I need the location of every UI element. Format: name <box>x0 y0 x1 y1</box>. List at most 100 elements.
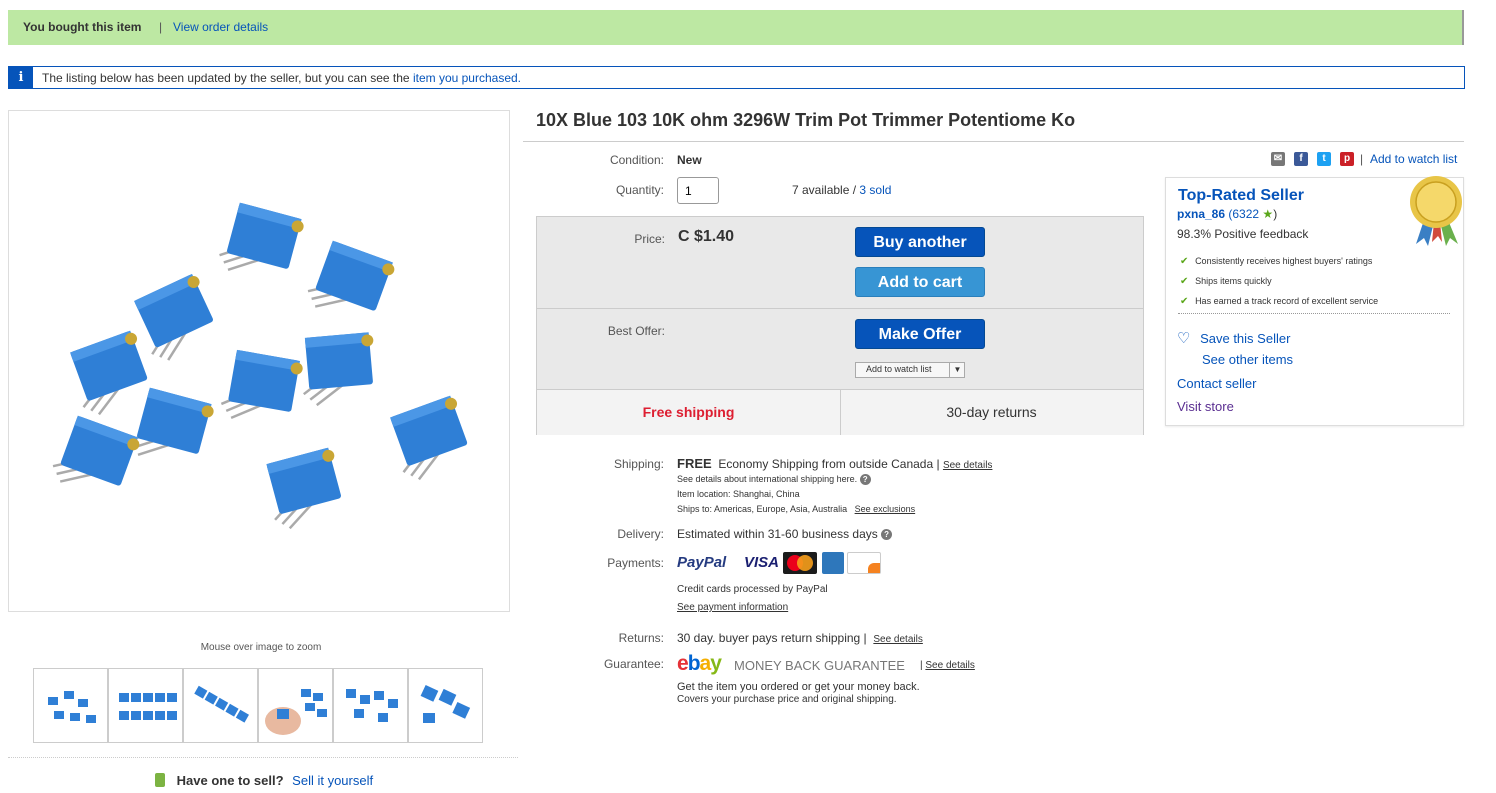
price-box: Price: C $1.40 Buy another Add to cart B… <box>536 216 1144 435</box>
have-one-to-sell-text: Have one to sell? <box>176 773 284 788</box>
ships-to: Ships to: Americas, Europe, Asia, Austra… <box>677 504 916 514</box>
star-icon: ★ <box>1262 207 1274 221</box>
guarantee-line-1: Get the item you ordered or get your mon… <box>677 681 920 693</box>
view-order-details-link[interactable]: View order details <box>173 20 268 34</box>
feature-item: ✔ Has earned a track record of excellent… <box>1180 296 1379 307</box>
item-you-purchased-link[interactable]: item you purchased. <box>413 71 521 85</box>
payments-label: Payments: <box>607 556 664 570</box>
sold-count-link[interactable]: 3 sold <box>859 183 891 197</box>
divider <box>8 757 518 758</box>
see-payment-information-link[interactable]: See payment information <box>677 602 788 613</box>
availability: 7 available / 3 sold <box>792 183 892 197</box>
see-exclusions-link[interactable]: See exclusions <box>855 504 916 514</box>
delivery-label: Delivery: <box>617 527 664 541</box>
chevron-down-icon[interactable]: ▼ <box>949 363 965 377</box>
thumbnail-6[interactable] <box>408 668 483 743</box>
positive-feedback: 98.3% Positive feedback <box>1177 227 1309 241</box>
thumbnail-1[interactable] <box>33 668 108 743</box>
save-seller-row[interactable]: ♡ Save this Seller <box>1177 329 1290 347</box>
shipping-summary: FREE Economy Shipping from outside Canad… <box>677 456 993 471</box>
seller-divider <box>1178 313 1450 314</box>
title-divider <box>523 141 1464 142</box>
condition-value: New <box>677 153 702 167</box>
trimpot-image <box>47 199 479 533</box>
returns-text: 30-day returns <box>946 404 1037 420</box>
paypal-logo: PayPal <box>677 554 727 571</box>
sell-it-yourself-link[interactable]: Sell it yourself <box>292 773 373 788</box>
thumbnail-image <box>48 691 96 723</box>
add-to-watch-list-link[interactable]: Add to watch list <box>1370 152 1457 166</box>
price-value: C $1.40 <box>678 228 735 245</box>
watch-separator: | <box>1360 152 1364 166</box>
thumbnail-image <box>420 684 471 723</box>
thumbnail-image <box>346 689 398 722</box>
watch-list-button-label: Add to watch list <box>866 364 932 374</box>
add-to-watch-list-dropdown[interactable]: Add to watch list ▼ <box>855 362 965 378</box>
save-this-seller-link[interactable]: Save this Seller <box>1200 331 1290 346</box>
quantity-label: Quantity: <box>615 183 664 197</box>
make-offer-button[interactable]: Make Offer <box>855 319 985 349</box>
feature-item: ✔ Consistently receives highest buyers' … <box>1180 256 1373 267</box>
check-icon: ✔ <box>1180 296 1189 307</box>
sell-yours-prompt: Have one to sell? Sell it yourself <box>155 773 373 788</box>
seller-features: ✔ Consistently receives highest buyers' … <box>1180 253 1452 313</box>
add-to-cart-button[interactable]: Add to cart <box>855 267 985 297</box>
guarantee-see-details-link[interactable]: See details <box>925 660 974 671</box>
thumbnail-4[interactable] <box>258 668 333 743</box>
visa-logo: VISA <box>744 554 780 571</box>
thumbnail-2[interactable] <box>108 668 183 743</box>
email-icon[interactable]: ✉ <box>1271 152 1285 166</box>
thumbnail-image <box>194 685 249 723</box>
check-icon: ✔ <box>1180 256 1189 267</box>
thumbnail-image <box>119 693 177 720</box>
facebook-icon[interactable]: f <box>1294 152 1308 166</box>
listing-updated-notice: i The listing below has been updated by … <box>8 66 1465 89</box>
item-title: 10X Blue 103 10K ohm 3296W Trim Pot Trim… <box>536 110 1076 130</box>
discover-icon <box>847 552 881 574</box>
top-rated-seller-heading: Top-Rated Seller <box>1178 187 1304 204</box>
main-product-image[interactable] <box>8 110 510 612</box>
returns-see-details-link[interactable]: See details <box>873 634 922 645</box>
purchase-banner: You bought this item | View order detail… <box>8 10 1464 45</box>
condition-label: Condition: <box>609 153 664 167</box>
thumbnail-5[interactable] <box>333 668 408 743</box>
banner-separator: | <box>159 20 163 34</box>
seller-name-link[interactable]: pxna_86 <box>1177 207 1225 221</box>
returns-policy: 30 day. buyer pays return shipping | See… <box>677 631 923 645</box>
guarantee-line-2: Covers your purchase price and original … <box>677 694 897 705</box>
pinterest-icon[interactable]: p <box>1340 152 1354 166</box>
guarantee-label: Guarantee: <box>603 657 664 671</box>
intl-shipping-note: See details about international shipping… <box>677 474 871 486</box>
thumbnail-3[interactable] <box>183 668 258 743</box>
guarantee-text: MONEY BACK GUARANTEE <box>734 658 905 673</box>
buy-another-button[interactable]: Buy another <box>855 227 985 257</box>
amex-icon <box>822 552 844 574</box>
help-icon[interactable]: ? <box>859 474 871 486</box>
twitter-icon[interactable]: t <box>1317 152 1331 166</box>
price-divider <box>537 308 1143 309</box>
seller-info-box: Top-Rated Seller pxna_86 (6322 ★) 98.3% … <box>1165 176 1464 426</box>
see-other-items-link[interactable]: See other items <box>1202 352 1293 367</box>
returns-label: Returns: <box>618 631 664 645</box>
feedback-score-link[interactable]: (6322 <box>1228 207 1259 221</box>
help-icon[interactable]: ? <box>881 529 893 541</box>
contact-seller-link[interactable]: Contact seller <box>1177 376 1256 391</box>
tag-icon <box>155 773 165 787</box>
top-rated-badge-icon <box>1406 172 1466 250</box>
mastercard-icon <box>783 552 817 574</box>
item-location: Item location: Shanghai, China <box>677 489 800 499</box>
quantity-input[interactable] <box>677 177 719 204</box>
info-icon: i <box>9 67 33 88</box>
heart-icon: ♡ <box>1177 330 1191 347</box>
seller-name-row: pxna_86 (6322 ★) <box>1177 207 1278 221</box>
visit-store-link[interactable]: Visit store <box>1177 399 1234 414</box>
shipping-see-details-link[interactable]: See details <box>943 460 992 471</box>
delivery-estimate: Estimated within 31-60 business days ? <box>677 527 893 541</box>
credit-cards-note: Credit cards processed by PayPal <box>677 584 828 595</box>
thumbnail-image <box>265 689 327 735</box>
check-icon: ✔ <box>1180 276 1189 287</box>
price-label: Price: <box>634 232 665 246</box>
best-offer-label: Best Offer: <box>607 324 665 338</box>
updated-notice-text: The listing below has been updated by th… <box>42 71 521 85</box>
free-shipping-text: Free shipping <box>642 404 735 420</box>
